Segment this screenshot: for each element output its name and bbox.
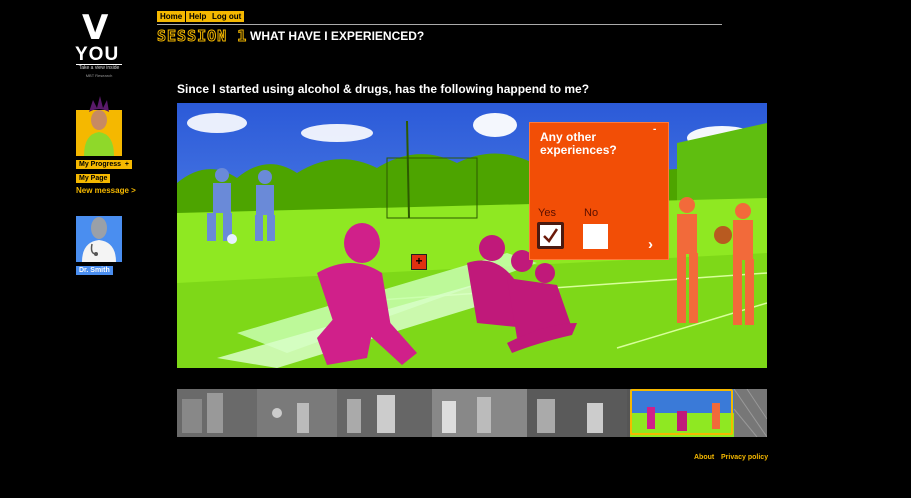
yes-checkbox[interactable] (537, 222, 564, 249)
yes-label: Yes (538, 207, 556, 219)
filmstrip-frame[interactable] (527, 389, 627, 437)
my-page-button[interactable]: My Page (76, 174, 111, 183)
logo-subtitle: MBT Research (85, 73, 113, 78)
logo: V YOU Take a view inside MBT Research (74, 8, 124, 80)
about-link[interactable]: About (694, 454, 714, 461)
checkmark-icon (543, 228, 559, 243)
filmstrip-frame[interactable] (432, 389, 527, 437)
doctor-avatar[interactable] (76, 208, 122, 262)
home-button[interactable]: Home (157, 11, 186, 22)
minimize-icon[interactable]: - (653, 125, 661, 135)
page-title: WHAT HAVE I EXPERIENCED? (250, 29, 425, 43)
new-message-link[interactable]: New message > (76, 186, 136, 195)
nav-divider (157, 24, 722, 25)
experience-popup: - Any other experiences? Yes No › (530, 123, 668, 259)
filmstrip-frame[interactable] (337, 389, 432, 437)
question-text: Since I started using alcohol & drugs, h… (177, 82, 590, 96)
logo-v: V (82, 8, 108, 48)
popup-title: Any other experiences? (540, 130, 617, 157)
filmstrip-frame[interactable] (733, 389, 767, 437)
logout-button[interactable]: Log out (209, 11, 245, 22)
yes-checkbox-face (540, 225, 561, 246)
my-progress-label: My Progress (79, 161, 122, 168)
doctor-name-badge: Dr. Smith (76, 266, 113, 275)
scene-hotspot-button[interactable]: + (411, 254, 427, 270)
session-label: SESSION 1 (156, 27, 248, 46)
privacy-policy-link[interactable]: Privacy policy (721, 454, 768, 461)
logo-tagline: Take a view inside (78, 65, 120, 71)
filmstrip-selection-frame[interactable] (630, 389, 733, 435)
plus-icon: + (122, 161, 130, 168)
scene-image (177, 103, 767, 368)
no-label: No (584, 207, 599, 219)
logo-you: YOU (75, 44, 120, 65)
my-progress-button[interactable]: My Progress + (76, 160, 133, 169)
no-checkbox[interactable] (583, 224, 608, 249)
user-avatar[interactable] (76, 94, 122, 156)
filmstrip-frame[interactable] (177, 389, 257, 437)
filmstrip-frame[interactable] (257, 389, 337, 437)
chevron-right-icon[interactable]: › (648, 236, 653, 253)
help-button[interactable]: Help (186, 11, 210, 22)
